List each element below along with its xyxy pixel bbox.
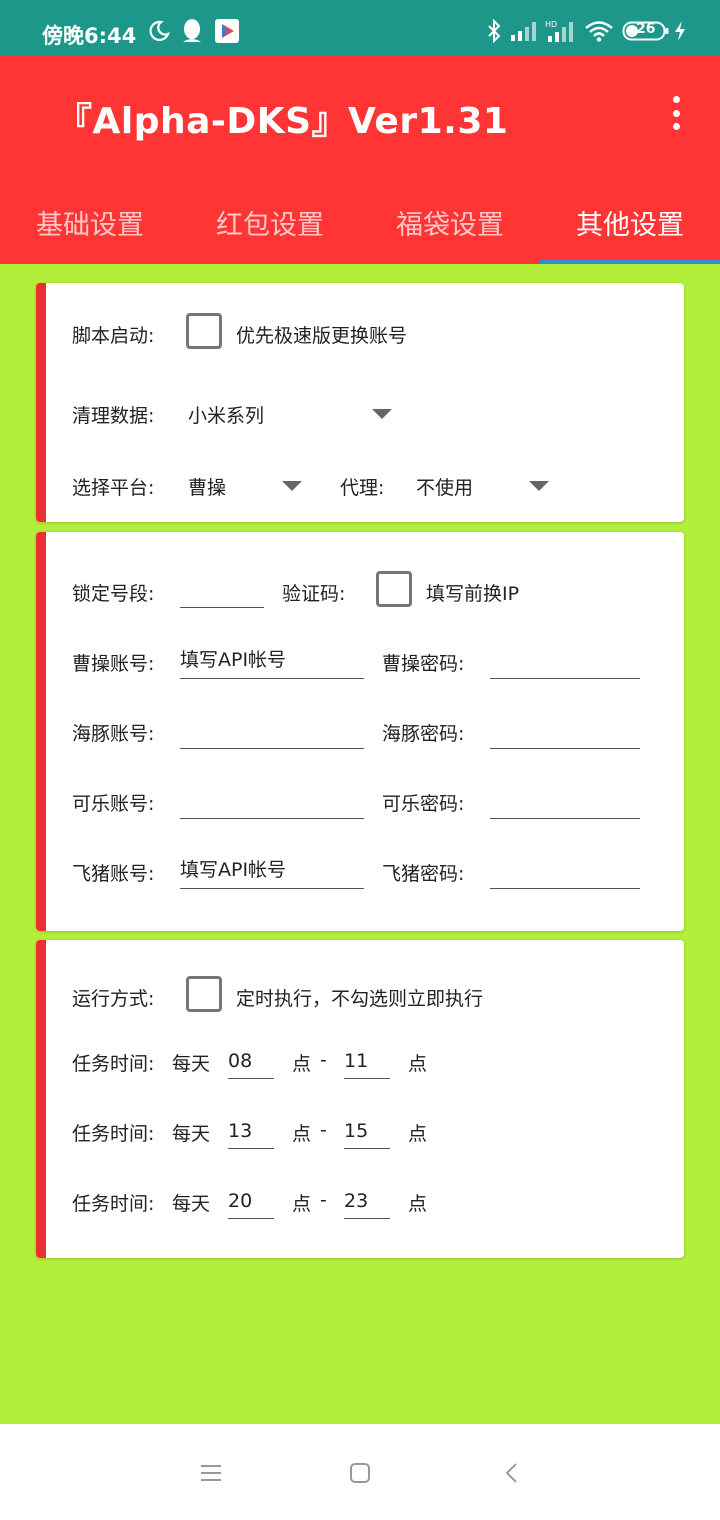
- proxy-value: 不使用: [416, 477, 474, 499]
- script-start-checkbox-label: 优先极速版更换账号: [236, 325, 408, 347]
- run-mode-checkbox[interactable]: [186, 976, 222, 1012]
- back-icon[interactable]: [496, 1458, 526, 1488]
- run-mode-label: 运行方式:: [72, 988, 155, 1010]
- clear-data-dropdown[interactable]: 小米系列: [176, 387, 400, 435]
- platform-value: 曹操: [188, 477, 227, 499]
- run-mode-checkbox-label: 定时执行，不勾选则立即执行: [236, 988, 484, 1010]
- status-bar: 傍晚6:44 HD 26: [0, 0, 720, 56]
- task-time-label: 任务时间:: [72, 1053, 155, 1075]
- tab-bar: 基础设置 红包设置 福袋设置 其他设置: [0, 180, 720, 264]
- task-start-hour-input[interactable]: 20: [228, 1179, 274, 1219]
- range-dash: -: [320, 1189, 327, 1211]
- caocao-account-input[interactable]: 填写API帐号: [180, 639, 364, 679]
- platform-label: 选择平台:: [72, 477, 155, 499]
- navigation-bar: [0, 1424, 720, 1520]
- dropdown-arrow-icon: [282, 481, 302, 491]
- task-daily-label: 每天: [172, 1123, 211, 1145]
- lock-segment-label: 锁定号段:: [72, 583, 155, 605]
- clear-data-value: 小米系列: [188, 405, 265, 427]
- feizhu-account-input[interactable]: 填写API帐号: [180, 849, 364, 889]
- feizhu-password-input[interactable]: [490, 849, 640, 889]
- proxy-label: 代理:: [340, 477, 385, 499]
- caocao-password-input[interactable]: [490, 639, 640, 679]
- clear-data-label: 清理数据:: [72, 405, 155, 427]
- platform-dropdown[interactable]: 曹操: [176, 459, 306, 507]
- tab-basic-settings[interactable]: 基础设置: [0, 180, 180, 264]
- tab-other-settings[interactable]: 其他设置: [540, 180, 720, 264]
- hour-unit-label: 点: [408, 1053, 428, 1075]
- battery-level: 26: [636, 21, 656, 37]
- home-icon[interactable]: [345, 1458, 375, 1488]
- dropdown-arrow-icon: [529, 481, 549, 491]
- app-bar: 『Alpha-DKS』Ver1.31 基础设置 红包设置 福袋设置 其他设置: [0, 56, 720, 264]
- schedule-settings-card: 运行方式: 定时执行，不勾选则立即执行 任务时间: 每天 08 点 - 11 点…: [36, 940, 684, 1258]
- hour-unit-label: 点: [292, 1193, 312, 1215]
- menu-icon[interactable]: [196, 1458, 226, 1488]
- task-daily-label: 每天: [172, 1193, 211, 1215]
- feizhu-password-label: 飞猪密码:: [382, 863, 465, 885]
- qq-icon: [180, 18, 204, 44]
- task-start-hour-input[interactable]: 08: [228, 1039, 274, 1079]
- task-daily-label: 每天: [172, 1053, 211, 1075]
- charging-icon: [672, 18, 688, 44]
- kele-password-label: 可乐密码:: [382, 793, 465, 815]
- task-end-hour-input[interactable]: 11: [344, 1039, 390, 1079]
- kele-account-input[interactable]: [180, 779, 364, 819]
- status-time: 傍晚6:44: [42, 24, 137, 48]
- proxy-dropdown[interactable]: 不使用: [406, 459, 556, 507]
- haitun-password-input[interactable]: [490, 709, 640, 749]
- task-time-label: 任务时间:: [72, 1193, 155, 1215]
- tab-luckybag-settings[interactable]: 福袋设置: [360, 180, 540, 264]
- hour-unit-label: 点: [408, 1123, 428, 1145]
- hour-unit-label: 点: [408, 1193, 428, 1215]
- task-start-hour-input[interactable]: 13: [228, 1109, 274, 1149]
- lock-segment-input[interactable]: [180, 568, 264, 608]
- haitun-account-label: 海豚账号:: [72, 723, 155, 745]
- range-dash: -: [320, 1119, 327, 1141]
- range-dash: -: [320, 1049, 327, 1071]
- wifi-icon: [584, 18, 614, 44]
- haitun-password-label: 海豚密码:: [382, 723, 465, 745]
- caocao-account-label: 曹操账号:: [72, 653, 155, 675]
- account-settings-card: 锁定号段: 验证码: 填写前换IP 曹操账号: 填写API帐号 曹操密码: 海豚…: [36, 532, 684, 931]
- task-time-label: 任务时间:: [72, 1123, 155, 1145]
- bluetooth-icon: [484, 18, 504, 44]
- svg-text:HD: HD: [545, 20, 557, 29]
- script-start-label: 脚本启动:: [72, 325, 155, 347]
- dropdown-arrow-icon: [372, 409, 392, 419]
- tab-redpacket-settings[interactable]: 红包设置: [180, 180, 360, 264]
- hour-unit-label: 点: [292, 1123, 312, 1145]
- script-settings-card: 脚本启动: 优先极速版更换账号 清理数据: 小米系列 选择平台: 曹操 代理: …: [36, 283, 684, 522]
- hd-signal-icon: HD: [544, 18, 576, 44]
- captcha-label: 验证码:: [282, 583, 346, 605]
- captcha-checkbox[interactable]: [376, 571, 412, 607]
- hour-unit-label: 点: [292, 1053, 312, 1075]
- play-store-icon: [214, 18, 240, 44]
- battery-icon: 26: [622, 18, 670, 44]
- task-end-hour-input[interactable]: 15: [344, 1109, 390, 1149]
- more-vert-icon[interactable]: [660, 90, 692, 136]
- captcha-checkbox-label: 填写前换IP: [426, 583, 520, 605]
- task-end-hour-input[interactable]: 23: [344, 1179, 390, 1219]
- caocao-password-label: 曹操密码:: [382, 653, 465, 675]
- haitun-account-input[interactable]: [180, 709, 364, 749]
- feizhu-account-label: 飞猪账号:: [72, 863, 155, 885]
- kele-account-label: 可乐账号:: [72, 793, 155, 815]
- kele-password-input[interactable]: [490, 779, 640, 819]
- app-title: 『Alpha-DKS』Ver1.31: [56, 101, 509, 142]
- script-start-checkbox[interactable]: [186, 313, 222, 349]
- moon-icon: [146, 18, 172, 44]
- signal-icon: [510, 18, 540, 44]
